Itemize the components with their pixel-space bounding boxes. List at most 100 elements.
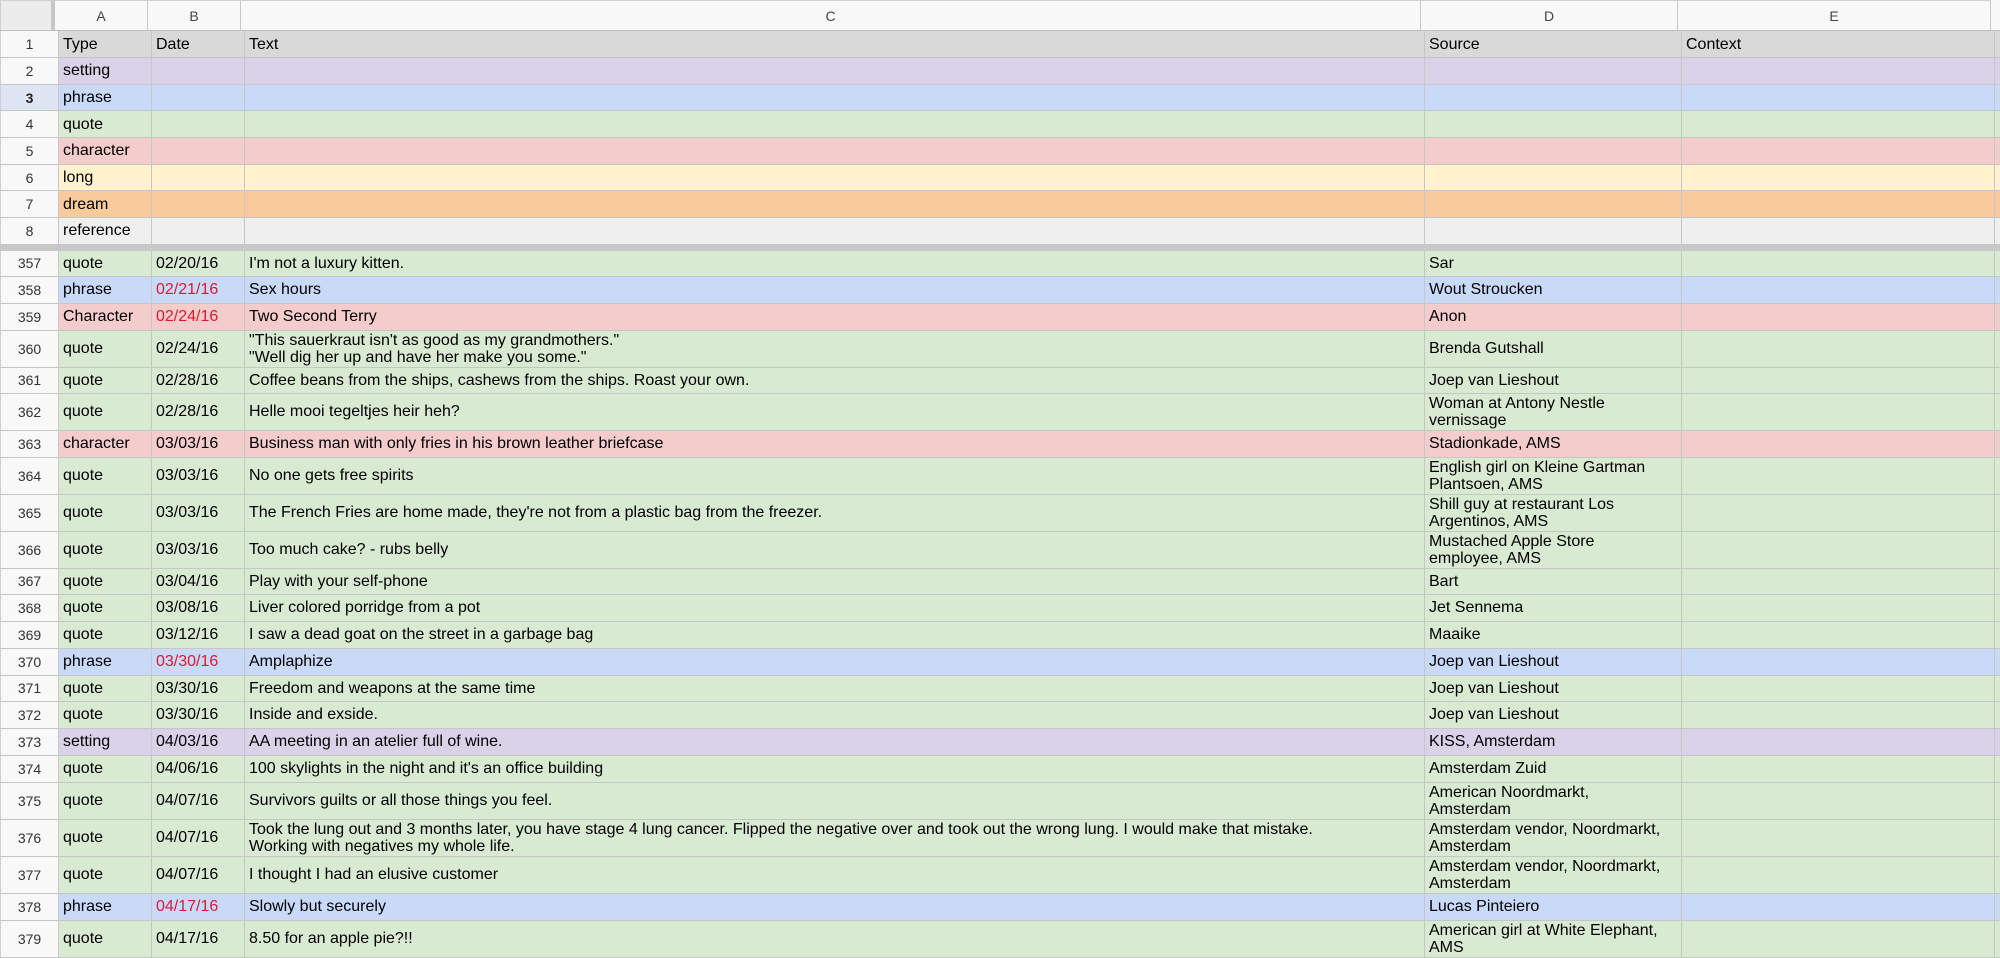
cell-source[interactable]: Brenda Gutshall (1425, 330, 1682, 367)
cell-source[interactable] (1425, 218, 1682, 244)
cell-date[interactable]: 04/17/16 (152, 920, 245, 957)
header-cell-context[interactable]: Context (1682, 31, 1995, 57)
row-number[interactable]: 360 (0, 330, 59, 367)
row-number[interactable]: 368 (0, 594, 59, 621)
cell-source[interactable]: Joep van Lieshout (1425, 367, 1682, 393)
cell-source[interactable] (1425, 138, 1682, 164)
cell-source[interactable]: Joep van Lieshout (1425, 675, 1682, 701)
cell-source[interactable]: Amsterdam vendor, Noordmarkt, Amsterdam (1425, 819, 1682, 856)
cell-context[interactable] (1682, 920, 1995, 957)
cell-context[interactable] (1682, 494, 1995, 531)
cell-source[interactable]: Jet Sennema (1425, 594, 1682, 621)
cell-date[interactable]: 02/20/16 (152, 250, 245, 276)
cell-type[interactable]: quote (59, 367, 152, 393)
cell-date[interactable]: 04/17/16 (152, 893, 245, 920)
cell-context[interactable] (1682, 84, 1995, 111)
row-number[interactable]: 372 (0, 701, 59, 728)
cell-context[interactable] (1682, 457, 1995, 494)
cell-source[interactable] (1425, 191, 1682, 218)
column-header-d[interactable]: D (1421, 0, 1678, 30)
cell-source[interactable]: American Noordmarkt, Amsterdam (1425, 782, 1682, 819)
cell-date[interactable]: 03/03/16 (152, 457, 245, 494)
cell-date[interactable]: 02/28/16 (152, 393, 245, 430)
cell-date[interactable] (152, 191, 245, 218)
cell-text[interactable]: 100 skylights in the night and it's an o… (245, 755, 1425, 782)
cell-source[interactable]: Stadionkade, AMS (1425, 430, 1682, 457)
cell-text[interactable]: Two Second Terry (245, 303, 1425, 330)
cell-date[interactable]: 03/30/16 (152, 675, 245, 701)
cell-source[interactable]: Shill guy at restaurant Los Argentinos, … (1425, 494, 1682, 531)
cell-date[interactable]: 03/03/16 (152, 494, 245, 531)
cell-date[interactable]: 03/04/16 (152, 568, 245, 594)
cell-type[interactable]: character (59, 138, 152, 164)
row-number[interactable]: 369 (0, 621, 59, 648)
cell-text[interactable]: AA meeting in an atelier full of wine. (245, 728, 1425, 755)
cell-source[interactable]: Mustached Apple Store employee, AMS (1425, 531, 1682, 568)
row-number[interactable]: 375 (0, 782, 59, 819)
cell-date[interactable]: 02/24/16 (152, 303, 245, 330)
cell-context[interactable] (1682, 782, 1995, 819)
row-number[interactable]: 1 (0, 31, 59, 57)
cell-source[interactable]: Lucas Pinteiero (1425, 893, 1682, 920)
cell-type[interactable]: quote (59, 920, 152, 957)
cell-source[interactable] (1425, 84, 1682, 111)
cell-context[interactable] (1682, 819, 1995, 856)
cell-type[interactable]: quote (59, 457, 152, 494)
cell-context[interactable] (1682, 367, 1995, 393)
cell-type[interactable]: setting (59, 728, 152, 755)
cell-context[interactable] (1682, 430, 1995, 457)
cell-type[interactable]: phrase (59, 893, 152, 920)
cell-text[interactable]: "This sauerkraut isn't as good as my gra… (245, 330, 1425, 367)
cell-type[interactable]: phrase (59, 276, 152, 303)
cell-date[interactable]: 04/07/16 (152, 856, 245, 893)
cell-context[interactable] (1682, 675, 1995, 701)
cell-type[interactable]: character (59, 430, 152, 457)
cell-type[interactable]: quote (59, 701, 152, 728)
cell-date[interactable]: 02/24/16 (152, 330, 245, 367)
cell-context[interactable] (1682, 164, 1995, 191)
row-number[interactable]: 371 (0, 675, 59, 701)
cell-date[interactable] (152, 84, 245, 111)
row-number[interactable]: 6 (0, 164, 59, 191)
cell-type[interactable]: quote (59, 568, 152, 594)
cell-source[interactable]: Amsterdam Zuid (1425, 755, 1682, 782)
cell-text[interactable]: Helle mooi tegeltjes heir heh? (245, 393, 1425, 430)
cell-context[interactable] (1682, 218, 1995, 244)
row-number[interactable]: 365 (0, 494, 59, 531)
cell-date[interactable] (152, 138, 245, 164)
row-number[interactable]: 379 (0, 920, 59, 957)
row-number[interactable]: 5 (0, 138, 59, 164)
cell-source[interactable]: Bart (1425, 568, 1682, 594)
cell-context[interactable] (1682, 138, 1995, 164)
cell-context[interactable] (1682, 893, 1995, 920)
cell-type[interactable]: quote (59, 856, 152, 893)
cell-text[interactable]: Business man with only fries in his brow… (245, 430, 1425, 457)
cell-context[interactable] (1682, 728, 1995, 755)
cell-type[interactable]: setting (59, 58, 152, 84)
cell-text[interactable]: I saw a dead goat on the street in a gar… (245, 621, 1425, 648)
cell-text[interactable] (245, 218, 1425, 244)
cell-context[interactable] (1682, 594, 1995, 621)
cell-text[interactable] (245, 84, 1425, 111)
row-number[interactable]: 7 (0, 191, 59, 218)
cell-date[interactable]: 03/03/16 (152, 430, 245, 457)
cell-text[interactable]: Took the lung out and 3 months later, yo… (245, 819, 1425, 856)
cell-source[interactable]: American girl at White Elephant, AMS (1425, 920, 1682, 957)
cell-date[interactable]: 02/28/16 (152, 367, 245, 393)
cell-context[interactable] (1682, 303, 1995, 330)
cell-text[interactable]: Too much cake? - rubs belly (245, 531, 1425, 568)
row-number[interactable]: 362 (0, 393, 59, 430)
header-cell-source[interactable]: Source (1425, 31, 1682, 57)
row-number[interactable]: 3 (0, 84, 59, 111)
cell-type[interactable]: phrase (59, 84, 152, 111)
cell-context[interactable] (1682, 58, 1995, 84)
cell-context[interactable] (1682, 250, 1995, 276)
cell-date[interactable]: 04/06/16 (152, 755, 245, 782)
cell-source[interactable]: KISS, Amsterdam (1425, 728, 1682, 755)
row-number[interactable]: 358 (0, 276, 59, 303)
row-number[interactable]: 377 (0, 856, 59, 893)
cell-context[interactable] (1682, 621, 1995, 648)
cell-text[interactable]: The French Fries are home made, they're … (245, 494, 1425, 531)
select-all-corner[interactable] (0, 0, 55, 30)
row-number[interactable]: 4 (0, 111, 59, 138)
